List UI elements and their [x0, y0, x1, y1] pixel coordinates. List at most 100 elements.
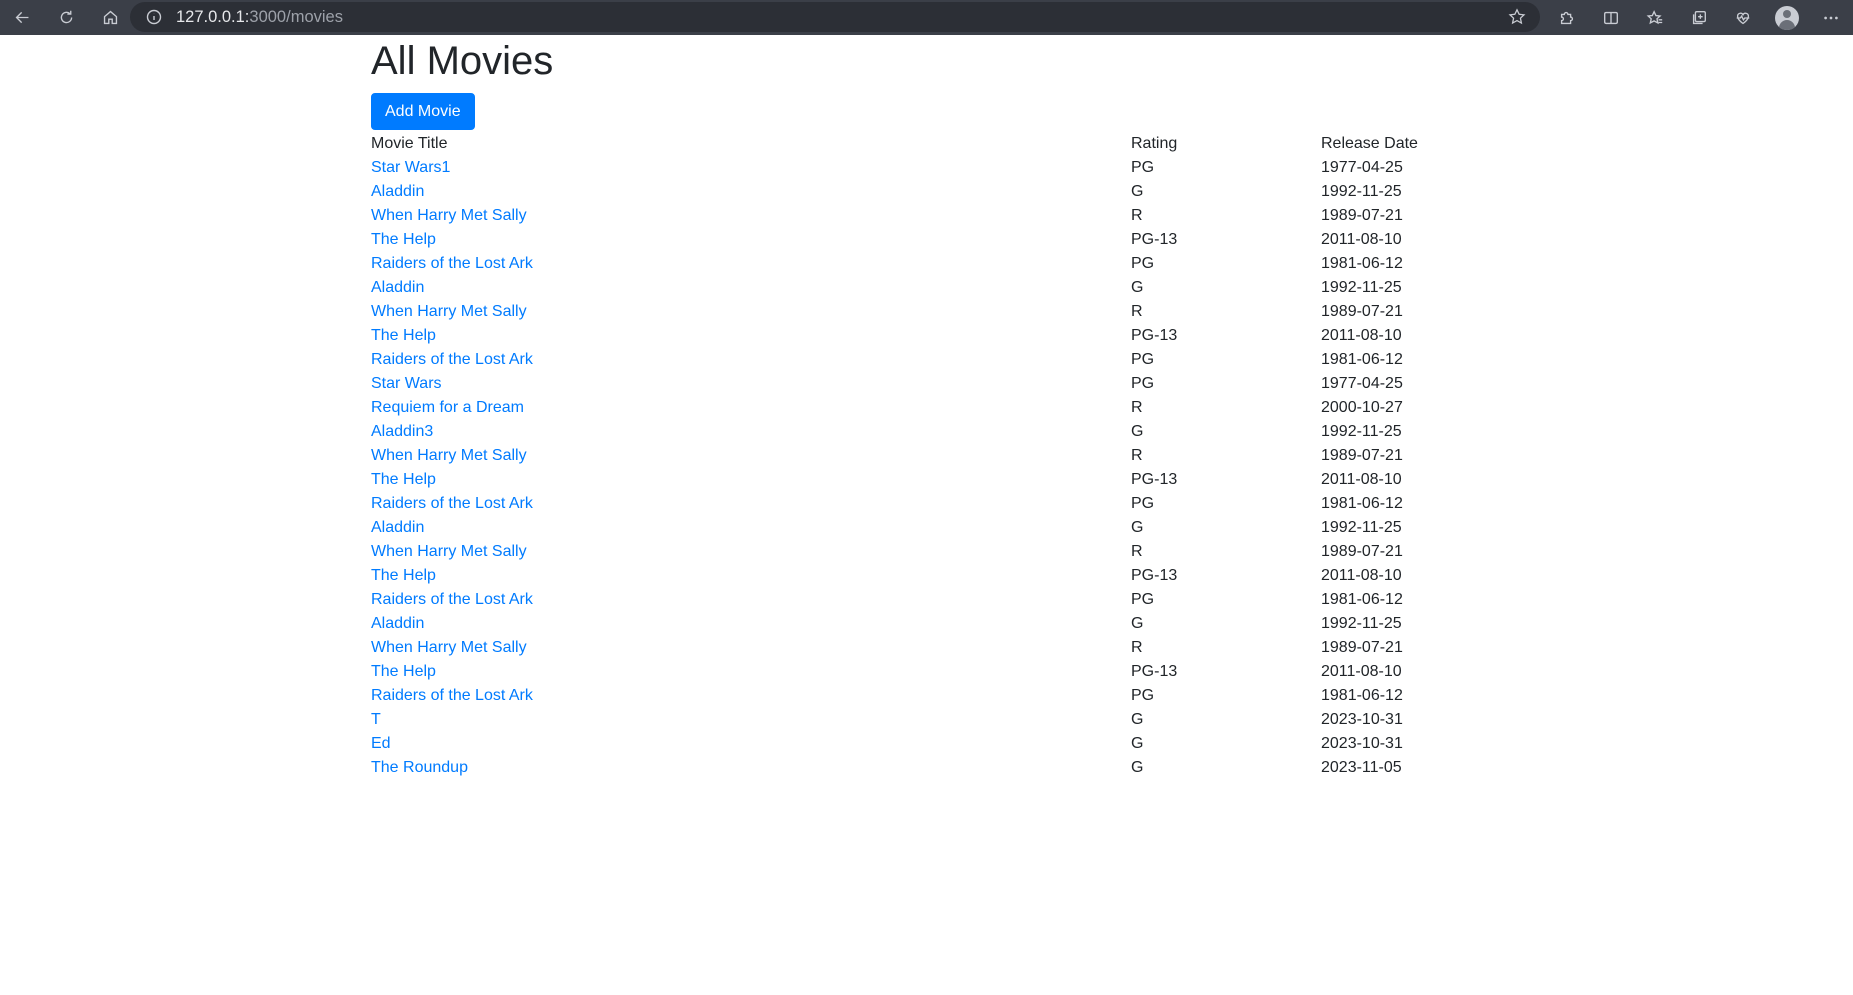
movie-title-cell: The Roundup — [371, 756, 1131, 780]
movie-title-cell: The Help — [371, 324, 1131, 348]
column-header-rating: Rating — [1131, 135, 1178, 152]
star-icon[interactable] — [1508, 8, 1526, 26]
movie-title-link[interactable]: Star Wars1 — [371, 159, 450, 176]
table-row: When Harry Met Sally R 1989-07-21 — [371, 636, 1481, 660]
favorites-icon[interactable] — [1633, 0, 1677, 35]
table-row: When Harry Met Sally R 1989-07-21 — [371, 300, 1481, 324]
puzzle-icon[interactable] — [1545, 0, 1589, 35]
table-row: Raiders of the Lost Ark PG 1981-06-12 — [371, 252, 1481, 276]
home-icon[interactable] — [88, 0, 132, 35]
movie-rating-cell: PG-13 — [1131, 663, 1178, 680]
movie-release-date-cell: 1992-11-25 — [1321, 279, 1402, 296]
movie-release-date-cell: 1981-06-12 — [1321, 495, 1403, 512]
movie-title-cell: Requiem for a Dream — [371, 396, 1131, 420]
movie-release-date-cell: 1992-11-25 — [1321, 519, 1402, 536]
movies-table: Movie Title Rating Release Date Star War… — [371, 132, 1481, 780]
movie-title-cell: Star Wars — [371, 372, 1131, 396]
movie-release-date-cell: 1981-06-12 — [1321, 255, 1403, 272]
table-row: When Harry Met Sally R 1989-07-21 — [371, 204, 1481, 228]
movie-title-cell: The Help — [371, 660, 1131, 684]
movie-release-date-cell: 1992-11-25 — [1321, 615, 1402, 632]
address-bar[interactable]: 127.0.0.1:3000/movies — [130, 2, 1540, 32]
movie-rating-cell: PG — [1131, 351, 1155, 368]
movie-title-link[interactable]: Raiders of the Lost Ark — [371, 351, 533, 368]
movie-title-cell: Aladdin — [371, 276, 1131, 300]
movie-release-date-cell: 2011-08-10 — [1321, 663, 1402, 680]
movie-title-cell: Aladdin3 — [371, 420, 1131, 444]
movie-title-cell: Raiders of the Lost Ark — [371, 492, 1131, 516]
add-movie-button[interactable]: Add Movie — [371, 93, 475, 130]
movie-release-date-cell: 1992-11-25 — [1321, 183, 1402, 200]
movie-rating-cell: PG-13 — [1131, 327, 1178, 344]
profile-avatar-icon[interactable] — [1765, 0, 1809, 35]
movie-rating-cell: G — [1131, 183, 1144, 200]
movie-title-link[interactable]: When Harry Met Sally — [371, 543, 527, 560]
movie-title-link[interactable]: The Help — [371, 327, 436, 344]
movie-title-cell: When Harry Met Sally — [371, 300, 1131, 324]
avatar — [1775, 5, 1799, 30]
movie-title-cell: Ed — [371, 732, 1131, 756]
movie-title-link[interactable]: The Help — [371, 231, 436, 248]
movie-title-link[interactable]: The Help — [371, 567, 436, 584]
movie-title-link[interactable]: T — [371, 711, 381, 728]
movie-title-cell: Aladdin — [371, 180, 1131, 204]
movie-rating-cell: PG — [1131, 687, 1155, 704]
movie-title-cell: Raiders of the Lost Ark — [371, 684, 1131, 708]
movie-rating-cell: R — [1131, 543, 1143, 560]
movies-table-body: Star Wars1 PG 1977-04-25 Aladdin G 1992-11-25… — [371, 156, 1481, 780]
movie-rating-cell: PG — [1131, 255, 1155, 272]
movie-title-link[interactable]: Aladdin — [371, 615, 424, 632]
movie-title-link[interactable]: Star Wars — [371, 375, 442, 392]
url-text[interactable]: 127.0.0.1:3000/movies — [176, 8, 343, 27]
url-host: 127.0.0.1: — [176, 7, 250, 26]
movie-title-link[interactable]: Aladdin — [371, 183, 424, 200]
movie-title-link[interactable]: When Harry Met Sally — [371, 207, 527, 224]
movie-title-link[interactable]: When Harry Met Sally — [371, 303, 527, 320]
heart-pulse-icon[interactable] — [1721, 0, 1765, 35]
table-row: Raiders of the Lost Ark PG 1981-06-12 — [371, 588, 1481, 612]
column-header-title: Movie Title — [371, 135, 448, 152]
info-icon[interactable] — [146, 9, 162, 25]
movie-release-date-cell: 1992-11-25 — [1321, 423, 1402, 440]
movie-rating-cell: PG — [1131, 375, 1155, 392]
refresh-icon[interactable] — [44, 0, 88, 35]
table-row: The Help PG-13 2011-08-10 — [371, 468, 1481, 492]
movie-rating-cell: G — [1131, 279, 1144, 296]
table-row: Aladdin3 G 1992-11-25 — [371, 420, 1481, 444]
movie-title-link[interactable]: When Harry Met Sally — [371, 447, 527, 464]
table-row: Raiders of the Lost Ark PG 1981-06-12 — [371, 348, 1481, 372]
movie-title-cell: Raiders of the Lost Ark — [371, 252, 1131, 276]
collections-icon[interactable] — [1677, 0, 1721, 35]
back-arrow-icon[interactable] — [0, 0, 44, 35]
movie-title-link[interactable]: The Help — [371, 663, 436, 680]
movie-title-link[interactable]: Raiders of the Lost Ark — [371, 495, 533, 512]
movie-title-cell: T — [371, 708, 1131, 732]
movie-rating-cell: R — [1131, 447, 1143, 464]
movie-release-date-cell: 2023-10-31 — [1321, 735, 1403, 752]
movie-rating-cell: G — [1131, 519, 1144, 536]
movie-release-date-cell: 1989-07-21 — [1321, 639, 1403, 656]
table-row: Aladdin G 1992-11-25 — [371, 516, 1481, 540]
movie-title-link[interactable]: Ed — [371, 735, 391, 752]
table-row: The Help PG-13 2011-08-10 — [371, 324, 1481, 348]
movie-title-link[interactable]: The Roundup — [371, 759, 468, 776]
movie-title-link[interactable]: Aladdin3 — [371, 423, 433, 440]
movie-title-link[interactable]: Raiders of the Lost Ark — [371, 687, 533, 704]
movie-release-date-cell: 2023-10-31 — [1321, 711, 1403, 728]
more-dots-icon[interactable] — [1809, 0, 1853, 35]
movie-title-link[interactable]: Raiders of the Lost Ark — [371, 255, 533, 272]
movie-rating-cell: G — [1131, 711, 1144, 728]
movie-title-link[interactable]: Raiders of the Lost Ark — [371, 591, 533, 608]
movie-title-cell: When Harry Met Sally — [371, 636, 1131, 660]
movie-title-link[interactable]: Requiem for a Dream — [371, 399, 524, 416]
table-row: Aladdin G 1992-11-25 — [371, 180, 1481, 204]
url-path: 3000/movies — [249, 7, 343, 26]
browser-toolbar: 127.0.0.1:3000/movies — [0, 0, 1853, 35]
movie-title-link[interactable]: The Help — [371, 471, 436, 488]
movie-title-cell: The Help — [371, 228, 1131, 252]
movie-title-link[interactable]: Aladdin — [371, 279, 424, 296]
split-screen-icon[interactable] — [1589, 0, 1633, 35]
table-row: The Roundup G 2023-11-05 — [371, 756, 1481, 780]
movie-title-link[interactable]: Aladdin — [371, 519, 424, 536]
movie-title-link[interactable]: When Harry Met Sally — [371, 639, 527, 656]
